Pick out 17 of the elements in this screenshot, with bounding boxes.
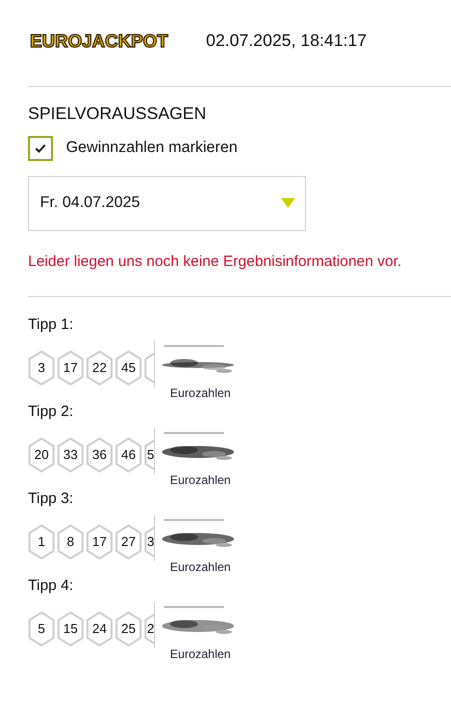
tip-label: Tipp 3: xyxy=(28,490,74,508)
checkbox[interactable] xyxy=(28,136,53,160)
date-select[interactable]: Fr. 04.07.2025 xyxy=(28,176,306,230)
eurozahlen-label: Eurozahlen xyxy=(170,560,231,574)
logo: EUROJACKPOT xyxy=(29,30,170,53)
no-results-message: Leider liegen uns noch keine Ergebnisinformationen vor. xyxy=(28,252,403,272)
tip-label: Tipp 2: xyxy=(28,403,74,421)
eurozahlen-label: Eurozahlen xyxy=(170,386,231,400)
eurozahlen-label: Eurozahlen xyxy=(170,647,231,661)
tip-label: Tipp 4: xyxy=(28,577,74,595)
section-title: SPIELVORAUSSAGEN xyxy=(28,103,208,125)
eurozahlen-label: Eurozahlen xyxy=(170,473,231,487)
date-time: 02.07.2025, 18:41:17 xyxy=(206,30,367,52)
check-icon xyxy=(35,144,46,152)
tip-label: Tipp 1: xyxy=(28,316,74,334)
dropdown-arrow-icon xyxy=(281,198,295,208)
checkbox-label: Gewinnzahlen markieren xyxy=(66,138,238,158)
